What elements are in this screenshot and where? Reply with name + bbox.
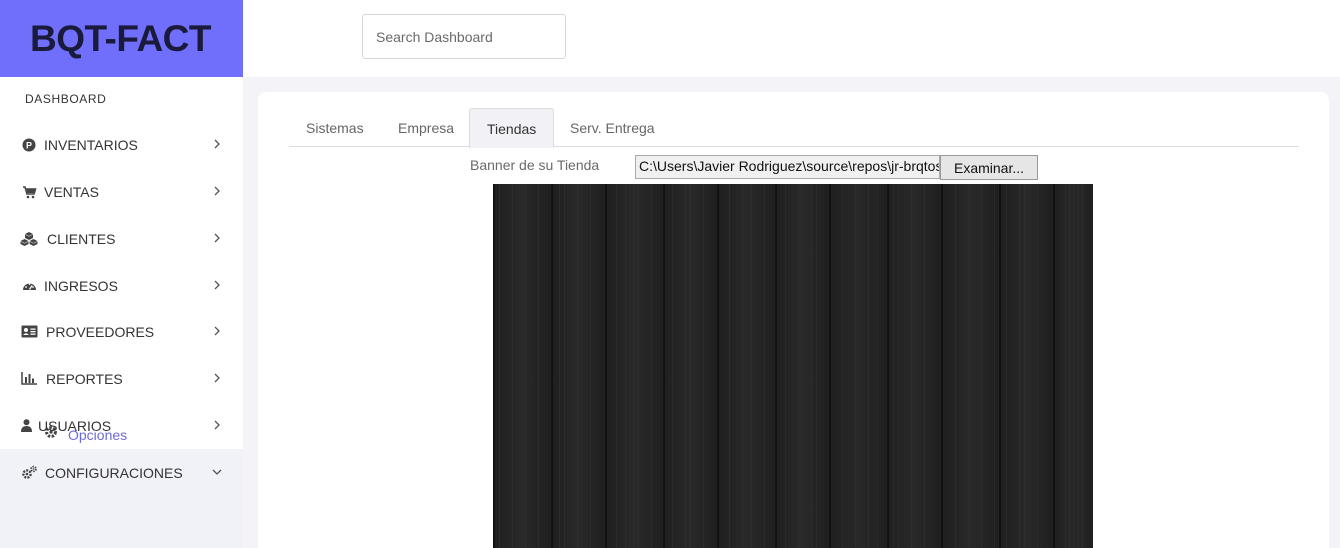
sidebar-subitem-opciones[interactable]: Opciones bbox=[44, 425, 127, 444]
chevron-right-icon bbox=[214, 280, 220, 290]
sidebar-item-label: INGRESOS bbox=[44, 277, 118, 294]
sidebar-item-label: REPORTES bbox=[46, 370, 123, 387]
cart-icon bbox=[20, 183, 38, 201]
sidebar-item-configuraciones[interactable]: CONFIGURACIONES bbox=[0, 449, 243, 496]
search-input[interactable] bbox=[362, 14, 566, 59]
id-card-icon bbox=[20, 323, 38, 341]
chevron-down-icon bbox=[212, 469, 222, 475]
bar-chart-icon bbox=[20, 370, 38, 388]
gauge-icon bbox=[20, 277, 38, 295]
tab-tiendas[interactable]: Tiendas bbox=[469, 108, 555, 148]
sidebar-item-proveedores[interactable]: PROVEEDORES bbox=[0, 308, 243, 355]
tab-bar: Sistemas Empresa Tiendas Serv. Entrega bbox=[289, 108, 1299, 148]
sidebar-subitem-label: Opciones bbox=[68, 426, 128, 443]
p-circle-icon: P bbox=[20, 136, 38, 154]
sidebar-item-label: CONFIGURACIONES bbox=[45, 464, 183, 481]
sidebar-item-label: INVENTARIOS bbox=[44, 136, 138, 153]
gear-icon bbox=[44, 425, 58, 444]
chevron-right-icon bbox=[214, 420, 220, 430]
sidebar-item-ventas[interactable]: VENTAS bbox=[0, 168, 243, 215]
user-icon bbox=[20, 417, 32, 435]
chevron-right-icon bbox=[214, 326, 220, 336]
chevron-right-icon bbox=[214, 186, 220, 196]
gears-icon bbox=[20, 464, 38, 482]
tab-sistemas[interactable]: Sistemas bbox=[289, 108, 381, 147]
sidebar-item-ingresos[interactable]: INGRESOS bbox=[0, 262, 243, 309]
tab-serv-entrega[interactable]: Serv. Entrega bbox=[553, 108, 672, 147]
sidebar-item-reportes[interactable]: REPORTES bbox=[0, 355, 243, 402]
file-path-field[interactable]: C:\Users\Javier Rodriguez\source\repos\j… bbox=[635, 155, 940, 179]
sidebar: DASHBOARD P INVENTARIOS VENTAS CLIENTES … bbox=[0, 77, 243, 548]
sidebar-item-label: CLIENTES bbox=[47, 230, 116, 247]
sidebar-item-clientes[interactable]: CLIENTES bbox=[0, 215, 243, 262]
top-bar bbox=[243, 0, 1340, 77]
sidebar-item-label: PROVEEDORES bbox=[46, 323, 155, 340]
sidebar-item-inventarios[interactable]: P INVENTARIOS bbox=[0, 121, 243, 168]
sidebar-section-dashboard[interactable]: DASHBOARD bbox=[25, 92, 106, 106]
boxes-icon bbox=[20, 230, 38, 248]
settings-card: Sistemas Empresa Tiendas Serv. Entrega B… bbox=[258, 92, 1329, 548]
banner-field-label: Banner de su Tienda bbox=[470, 157, 600, 173]
sidebar-item-label: VENTAS bbox=[44, 183, 99, 200]
chevron-right-icon bbox=[214, 373, 220, 383]
chevron-right-icon bbox=[214, 139, 220, 149]
tab-empresa[interactable]: Empresa bbox=[381, 108, 471, 147]
banner-preview-image bbox=[493, 184, 1093, 548]
app-logo-text: BQT-FACT bbox=[30, 17, 211, 59]
brand-header: BQT-FACT bbox=[0, 0, 243, 77]
chevron-right-icon bbox=[214, 233, 220, 243]
svg-text:P: P bbox=[26, 140, 32, 150]
browse-button[interactable]: Examinar... bbox=[940, 155, 1038, 180]
